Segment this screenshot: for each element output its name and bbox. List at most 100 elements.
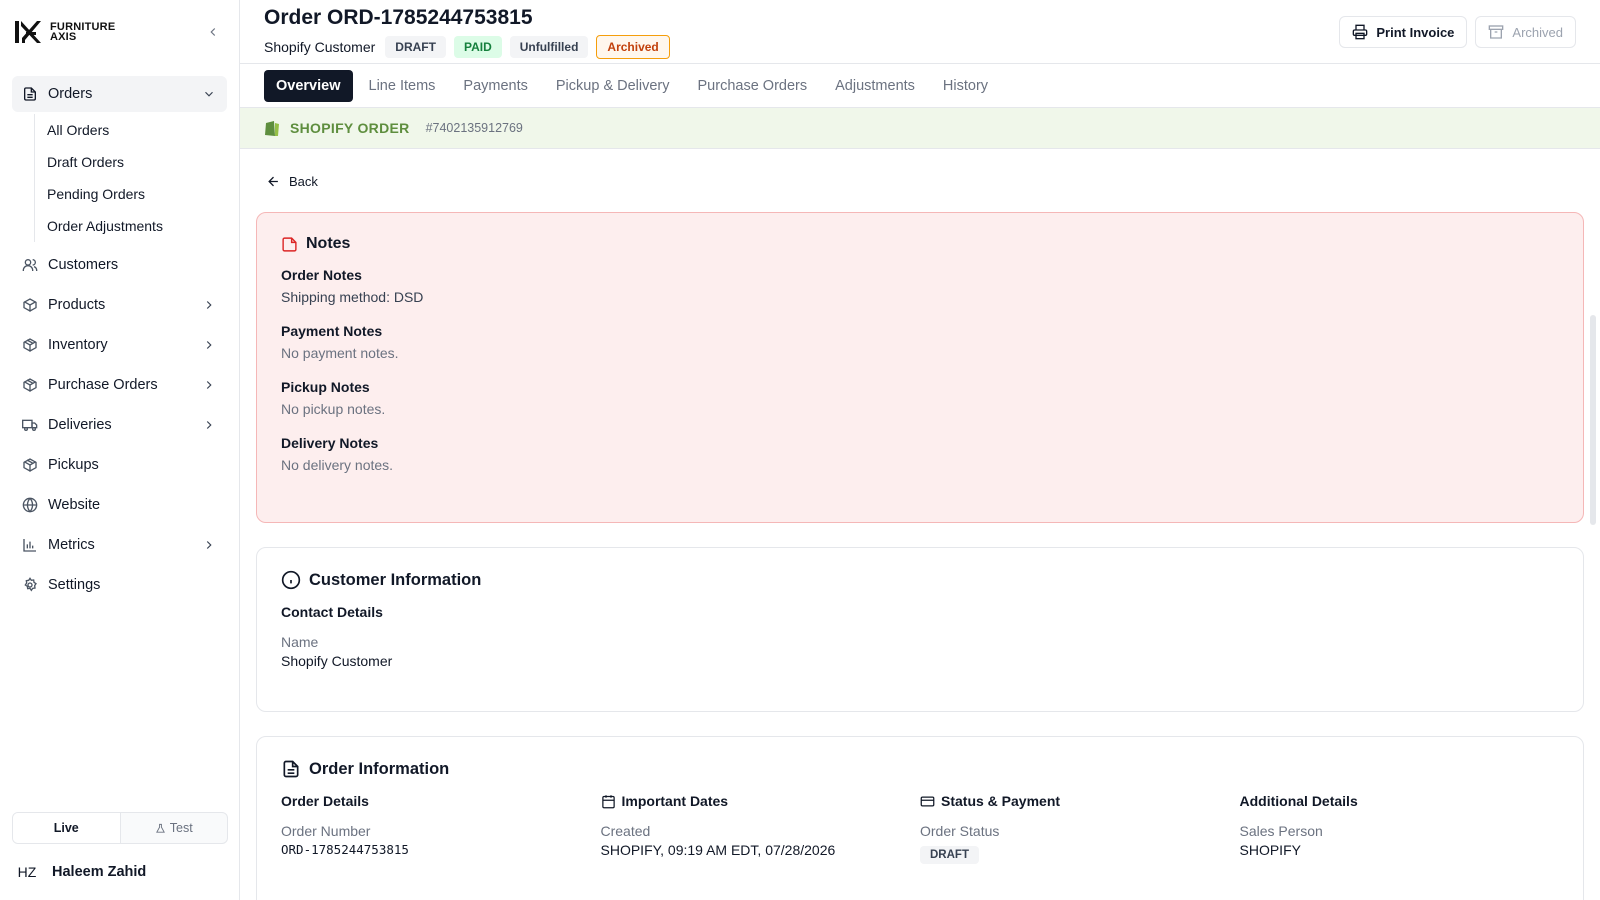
avatar: HZ [17,864,37,880]
printer-icon [1353,24,1368,40]
important-dates-heading: Important Dates [601,793,921,809]
tab-overview[interactable]: Overview [264,69,353,102]
additional-details-heading: Additional Details [1239,793,1358,809]
sidebar-item-website[interactable]: Website [12,486,227,524]
chevron-right-icon [201,417,217,433]
status-payment-column: Status & Payment Order Status DRAFT [920,793,1240,864]
globe-icon [22,497,38,513]
env-test-button[interactable]: Test [121,813,228,843]
sidebar-item-label: Purchase Orders [48,377,158,393]
sidebar-item-inventory[interactable]: Inventory [12,326,227,364]
env-live-button[interactable]: Live [13,813,121,843]
created-value: SHOPIFY, 09:19 AM EDT, 07/28/2026 [600,842,836,858]
tab-line-items[interactable]: Line Items [357,70,448,102]
sidebar-item-label: Website [48,497,101,513]
order-number-value: ORD-1785244753815 [281,842,409,857]
collapse-sidebar-button[interactable] [201,20,225,44]
chevron-down-icon [201,86,217,102]
created-label: Created [600,823,651,839]
tab-adjustments[interactable]: Adjustments [823,70,927,102]
truck-icon [22,417,38,433]
sidebar-item-purchase-orders[interactable]: Purchase Orders [12,366,227,404]
pickup-notes-label: Pickup Notes [281,379,370,395]
sidebar-item-settings[interactable]: Settings [12,566,227,604]
customer-info-title-text: Customer Information [309,570,482,589]
package-icon [22,337,38,353]
sidebar-subitem-order-adjustments[interactable]: Order Adjustments [47,210,227,242]
important-dates-heading-text: Important Dates [621,793,729,809]
gear-icon [22,577,38,593]
status-badge-paid: PAID [453,36,502,58]
status-payment-heading-text: Status & Payment [941,793,1061,809]
customer-name-value: Shopify Customer [281,653,393,669]
header-actions: Print Invoice Archived [1339,6,1576,63]
status-badge-unfulfilled: Unfulfilled [509,36,589,58]
tab-pickup-delivery[interactable]: Pickup & Delivery [544,70,682,102]
order-notes-label: Order Notes [281,267,362,283]
back-button[interactable]: Back [256,165,336,197]
user-name: Haleem Zahid [52,864,147,880]
back-label: Back [289,173,318,189]
shopify-order-label: SHOPIFY ORDER [290,120,410,136]
sidebar-subitem-all-orders[interactable]: All Orders [47,114,227,146]
page-header: Order ORD-1785244753815 Shopify Customer… [240,0,1600,64]
environment-toggle: Live Test [12,812,228,844]
order-info-title-text: Order Information [309,759,450,778]
package-icon [22,377,38,393]
sidebar-subitem-pending-orders[interactable]: Pending Orders [47,178,227,210]
brand-line2: AXIS [50,31,77,43]
sidebar-item-metrics[interactable]: Metrics [12,526,227,564]
archived-button[interactable]: Archived [1475,16,1576,48]
furniture-axis-logo-icon [15,21,41,43]
sidebar-item-label: Inventory [48,337,108,353]
sales-person-value: SHOPIFY [1239,842,1301,858]
orders-subnav: All Orders Draft Orders Pending Orders O… [34,114,227,242]
pickup-notes-value: No pickup notes. [281,401,386,417]
status-payment-heading: Status & Payment [920,793,1240,809]
sidebar-subitem-draft-orders[interactable]: Draft Orders [47,146,227,178]
sidebar-item-label: Pickups [48,457,99,473]
sidebar: FURNITURE AXIS Orders All Orders Draft O… [0,0,240,900]
brand-logo[interactable]: FURNITURE AXIS [14,18,115,46]
env-test-label: Test [169,821,193,835]
customer-information-card: Customer Information Contact Details Nam… [256,547,1584,712]
print-invoice-button[interactable]: Print Invoice [1339,16,1468,48]
calendar-icon [601,794,615,808]
shopify-order-id: #7402135912769 [425,121,523,135]
order-number-label: Order Number [281,823,371,839]
order-meta: Shopify Customer DRAFT PAID Unfulfilled … [264,35,670,59]
main-content: Order ORD-1785244753815 Shopify Customer… [240,0,1600,900]
notes-title: Notes [281,235,1559,253]
payment-notes-label: Payment Notes [281,323,383,339]
important-dates-column: Important Dates Created SHOPIFY, 09:19 A… [601,793,921,864]
sidebar-item-pickups[interactable]: Pickups [12,446,227,484]
tab-purchase-orders[interactable]: Purchase Orders [686,70,820,102]
user-profile[interactable]: HZ Haleem Zahid [12,858,147,886]
package-icon [22,457,38,473]
sidebar-item-orders[interactable]: Orders [12,76,227,112]
info-icon [281,570,301,590]
archive-icon [1489,25,1504,39]
chevron-right-icon [201,337,217,353]
sidebar-item-label: Orders [48,86,93,102]
payment-notes-value: No payment notes. [281,345,399,361]
sidebar-item-products[interactable]: Products [12,286,227,324]
status-badge-archived: Archived [596,35,670,59]
sidebar-item-customers[interactable]: Customers [12,246,227,284]
order-status-label: Order Status [920,823,1000,839]
tab-history[interactable]: History [931,70,1000,102]
credit-card-icon [920,796,935,806]
tab-payments[interactable]: Payments [451,70,539,102]
arrow-left-icon [268,176,278,186]
contact-details-heading: Contact Details [281,604,383,620]
order-details-heading: Order Details [281,793,369,809]
sidebar-item-deliveries[interactable]: Deliveries [12,406,227,444]
chevron-left-icon [210,28,216,36]
print-invoice-label: Print Invoice [1376,24,1455,40]
chevron-right-icon [201,297,217,313]
content-scrollbar[interactable] [1590,315,1596,525]
customer-name: Shopify Customer [264,39,376,55]
sidebar-item-label: Settings [48,577,101,593]
brand: FURNITURE AXIS [0,0,239,64]
notes-card: Notes Order Notes Shipping method: DSD P… [256,212,1584,523]
